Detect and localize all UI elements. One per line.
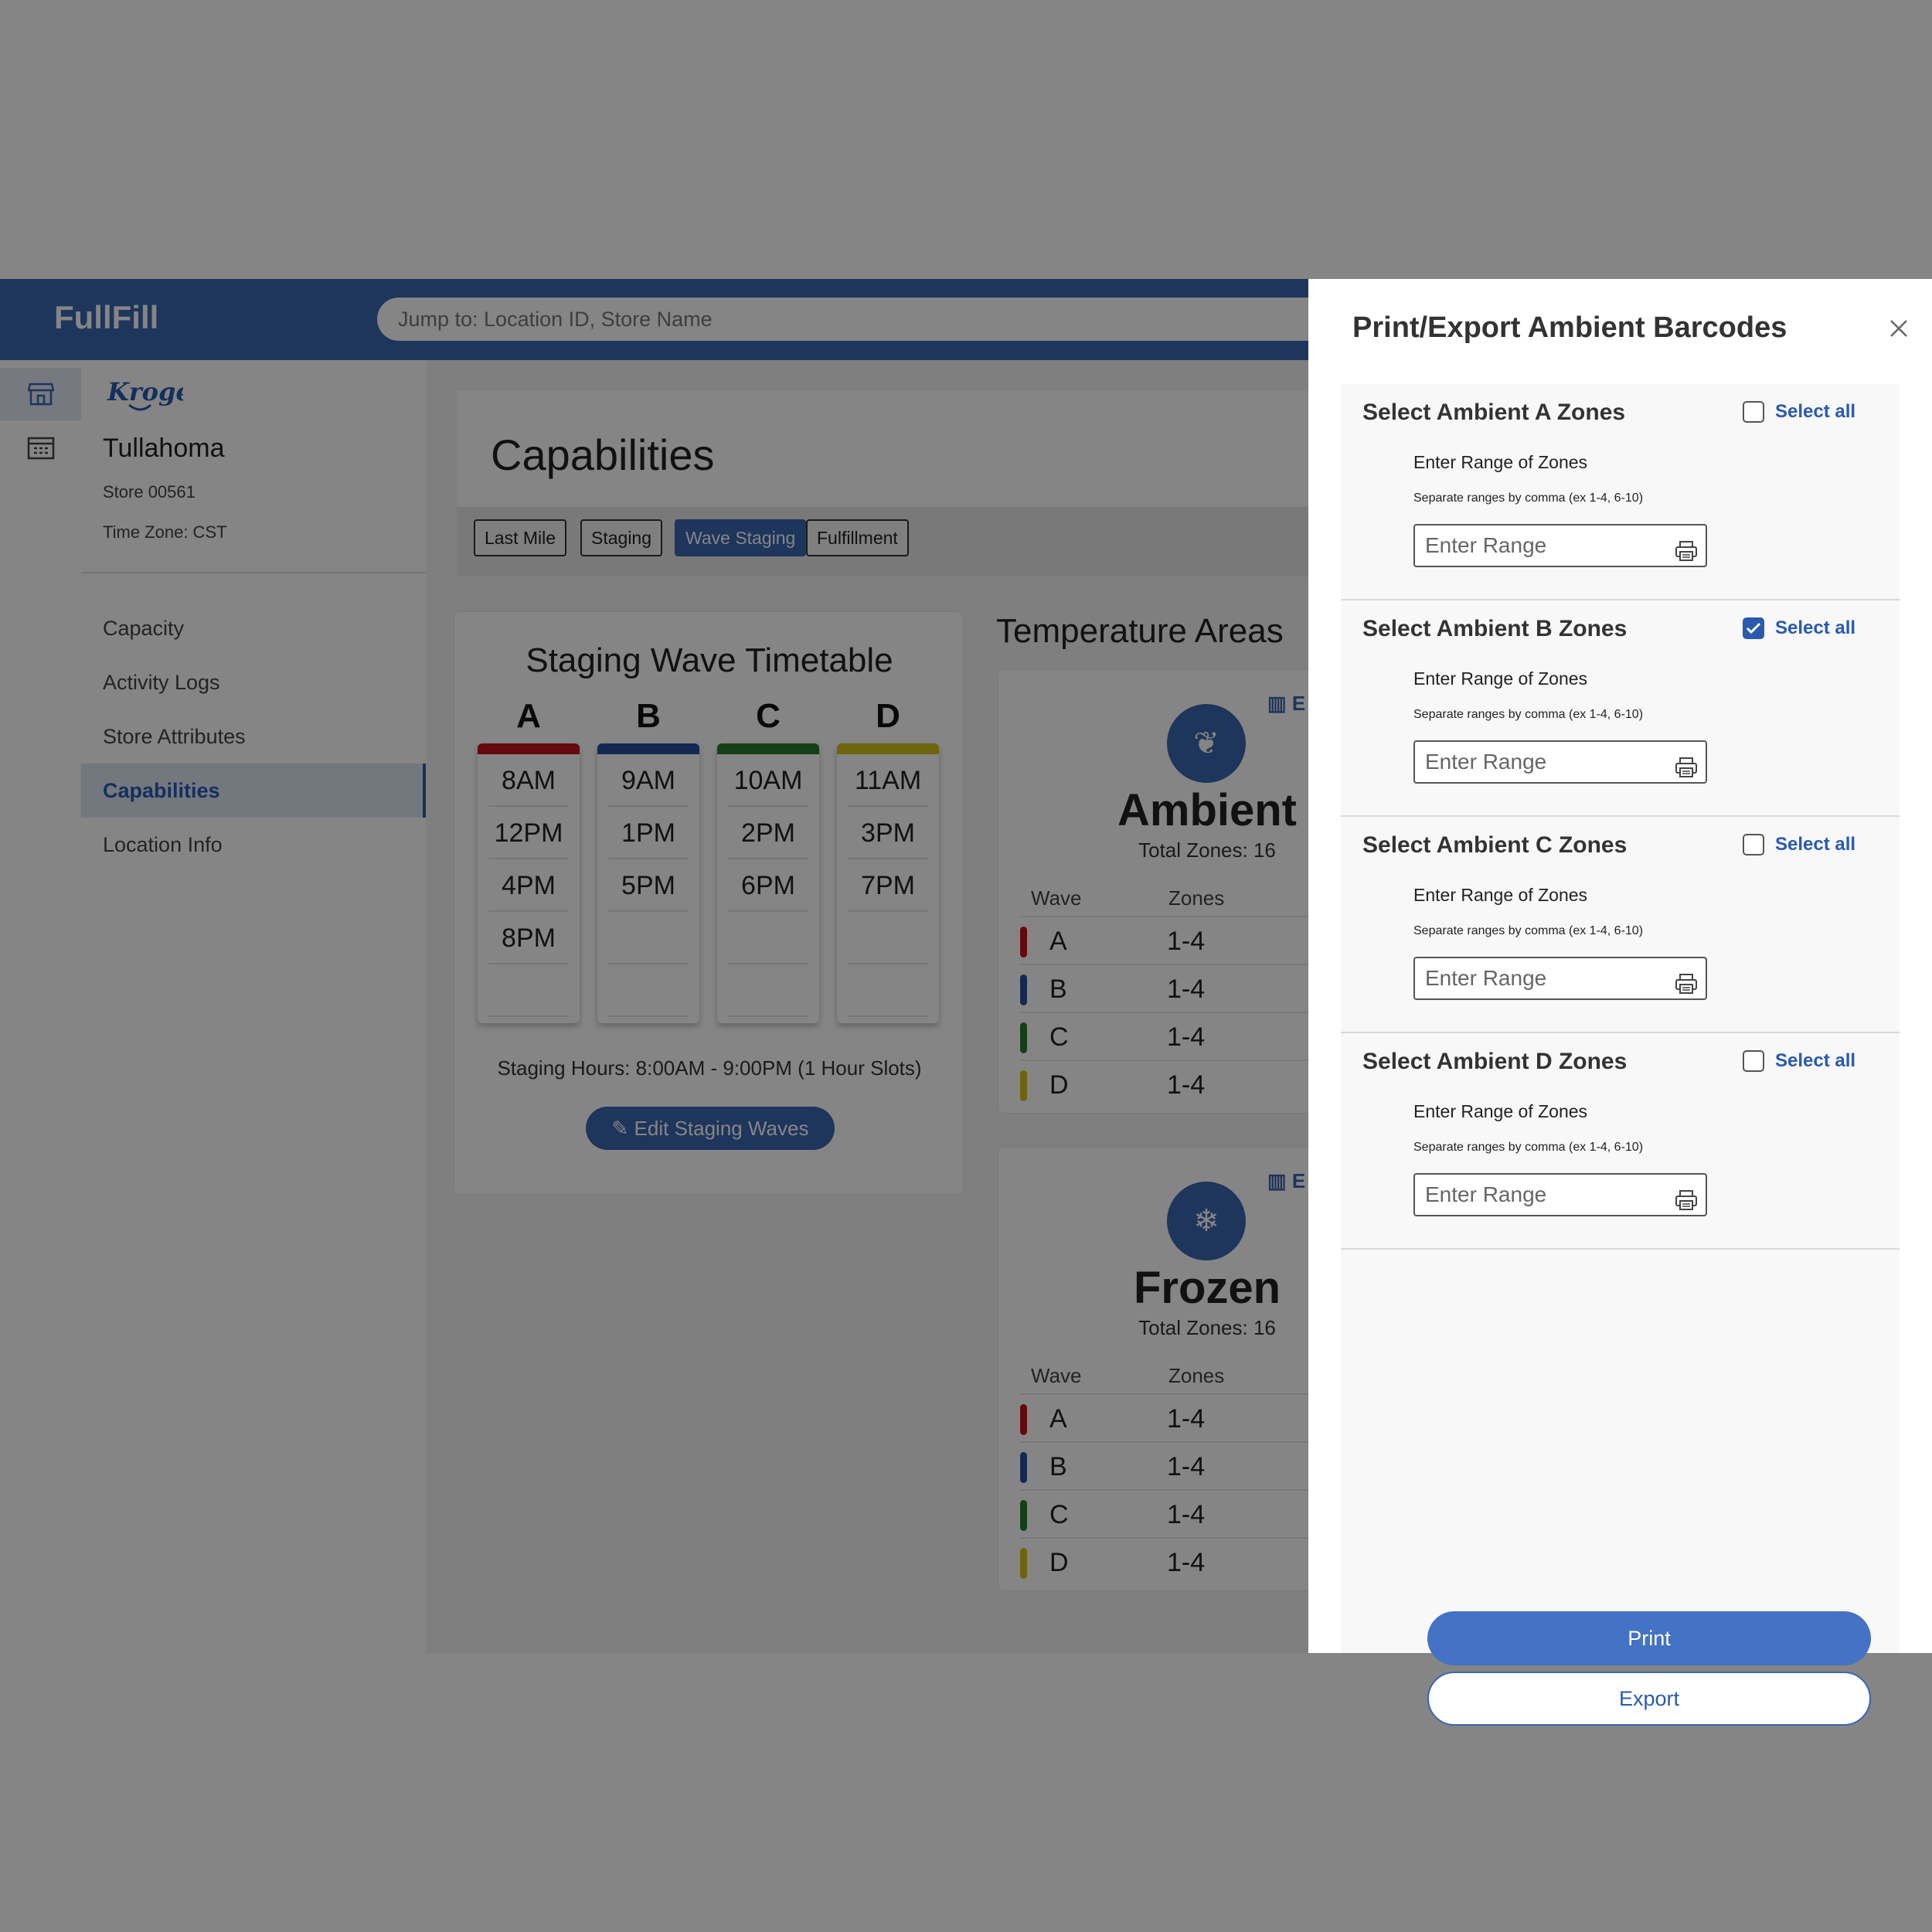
range-label: Enter Range of Zones <box>1413 452 1588 472</box>
range-label: Enter Range of Zones <box>1413 885 1588 905</box>
range-label: Enter Range of Zones <box>1413 1101 1588 1121</box>
select-all-checkbox[interactable] <box>1743 401 1764 423</box>
print-button[interactable]: Print <box>1427 1611 1871 1665</box>
range-hint: Separate ranges by comma (ex 1-4, 6-10) <box>1413 1141 1644 1154</box>
printer-icon[interactable] <box>1675 535 1698 561</box>
select-all-label[interactable]: Select all <box>1775 617 1855 639</box>
range-input[interactable]: Enter Range <box>1413 740 1707 784</box>
zone-section-c: Select Ambient C Zones Select all Enter Ra… <box>1341 817 1900 1033</box>
printer-icon[interactable] <box>1675 968 1698 994</box>
range-input[interactable]: Enter Range <box>1413 524 1707 567</box>
export-button[interactable]: Export <box>1427 1672 1871 1726</box>
range-input-placeholder: Enter Range <box>1425 750 1547 774</box>
range-input-placeholder: Enter Range <box>1425 1182 1547 1206</box>
close-icon[interactable] <box>1883 313 1914 344</box>
range-label: Enter Range of Zones <box>1413 668 1588 689</box>
zone-section-title: Select Ambient A Zones <box>1362 400 1626 425</box>
select-all-checkbox[interactable] <box>1743 1050 1764 1072</box>
printer-icon[interactable] <box>1675 751 1698 777</box>
range-hint: Separate ranges by comma (ex 1-4, 6-10) <box>1413 492 1644 505</box>
select-all-label[interactable]: Select all <box>1775 834 1855 855</box>
select-all-label[interactable]: Select all <box>1775 401 1855 423</box>
zone-section-b: Select Ambient B Zones Select all Enter Ra… <box>1341 600 1900 817</box>
zone-section-d: Select Ambient D Zones Select all Enter Ra… <box>1341 1033 1900 1250</box>
select-all-label[interactable]: Select all <box>1775 1050 1855 1072</box>
drawer-title: Print/Export Ambient Barcodes <box>1352 311 1787 344</box>
zone-section-title: Select Ambient B Zones <box>1362 616 1628 641</box>
range-input[interactable]: Enter Range <box>1413 1173 1707 1216</box>
range-input-placeholder: Enter Range <box>1425 533 1547 557</box>
zone-section-a: Select Ambient A Zones Select all Enter Ra… <box>1341 384 1900 600</box>
select-all-checkbox[interactable] <box>1743 617 1764 639</box>
print-export-drawer: Print/Export Ambient Barcodes Print Expo… <box>1308 279 1932 1726</box>
range-input-placeholder: Enter Range <box>1425 966 1547 990</box>
drawer-body: Print Export Select Ambient A Zones Selec… <box>1341 384 1900 1726</box>
zone-section-title: Select Ambient D Zones <box>1362 1049 1628 1074</box>
printer-icon[interactable] <box>1675 1184 1698 1210</box>
range-input[interactable]: Enter Range <box>1413 957 1707 1000</box>
select-all-checkbox[interactable] <box>1743 834 1764 855</box>
zone-section-title: Select Ambient C Zones <box>1362 832 1628 858</box>
modal-overlay[interactable] <box>0 279 1308 1653</box>
range-hint: Separate ranges by comma (ex 1-4, 6-10) <box>1413 924 1644 937</box>
range-hint: Separate ranges by comma (ex 1-4, 6-10) <box>1413 708 1644 721</box>
